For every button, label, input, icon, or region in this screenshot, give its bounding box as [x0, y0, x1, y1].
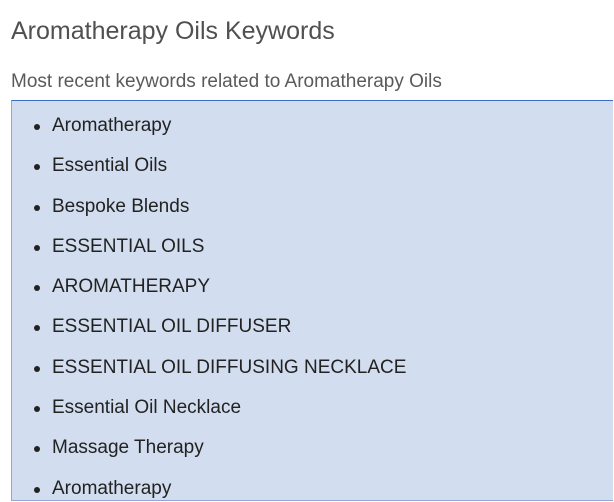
keyword-item: Essential Oil Necklace: [12, 396, 406, 436]
keyword-item: Essential Oils: [12, 154, 406, 194]
bullet-icon: [34, 124, 40, 130]
bullet-icon: [34, 486, 40, 493]
page-title: Aromatherapy Oils Keywords: [11, 17, 335, 45]
keyword-label: Essential Oil Necklace: [52, 397, 242, 419]
bullet-icon: [34, 244, 40, 251]
bullet-icon: [34, 204, 40, 211]
keyword-item: ESSENTIAL OIL DIFFUSER: [12, 315, 406, 355]
bullet-icon: [34, 365, 40, 372]
keyword-label: Bespoke Blends: [52, 195, 190, 217]
keyword-label: Massage Therapy: [52, 437, 204, 459]
keyword-list: Aromatherapy Essential Oils Bespoke Blen…: [12, 114, 406, 500]
keyword-label: AROMATHERAPY: [52, 276, 211, 298]
bullet-icon: [34, 406, 40, 413]
keyword-item: Massage Therapy: [12, 436, 406, 476]
keyword-item: Bespoke Blends: [12, 195, 406, 235]
keyword-item: ESSENTIAL OILS: [12, 235, 406, 275]
keyword-item: ESSENTIAL OIL DIFFUSING NECKLACE: [12, 356, 406, 396]
page-subtitle: Most recent keywords related to Aromathe…: [11, 71, 442, 92]
keyword-item: Aromatherapy: [12, 114, 406, 154]
bullet-icon: [34, 325, 40, 332]
bullet-icon: [34, 446, 40, 453]
bullet-icon: [34, 164, 40, 171]
keyword-label: ESSENTIAL OIL DIFFUSER: [52, 316, 292, 338]
keyword-list-panel[interactable]: Aromatherapy Essential Oils Bespoke Blen…: [11, 100, 613, 501]
keyword-item: Aromatherapy: [12, 477, 406, 500]
keyword-label: Aromatherapy: [52, 477, 172, 499]
bullet-icon: [34, 285, 40, 292]
keyword-label: ESSENTIAL OILS: [52, 235, 205, 257]
keyword-label: Essential Oils: [52, 155, 168, 177]
keyword-label: ESSENTIAL OIL DIFFUSING NECKLACE: [52, 356, 407, 378]
keyword-item: AROMATHERAPY: [12, 275, 406, 315]
page: Aromatherapy Oils Keywords Most recent k…: [0, 0, 614, 502]
keyword-label: Aromatherapy: [52, 115, 172, 136]
